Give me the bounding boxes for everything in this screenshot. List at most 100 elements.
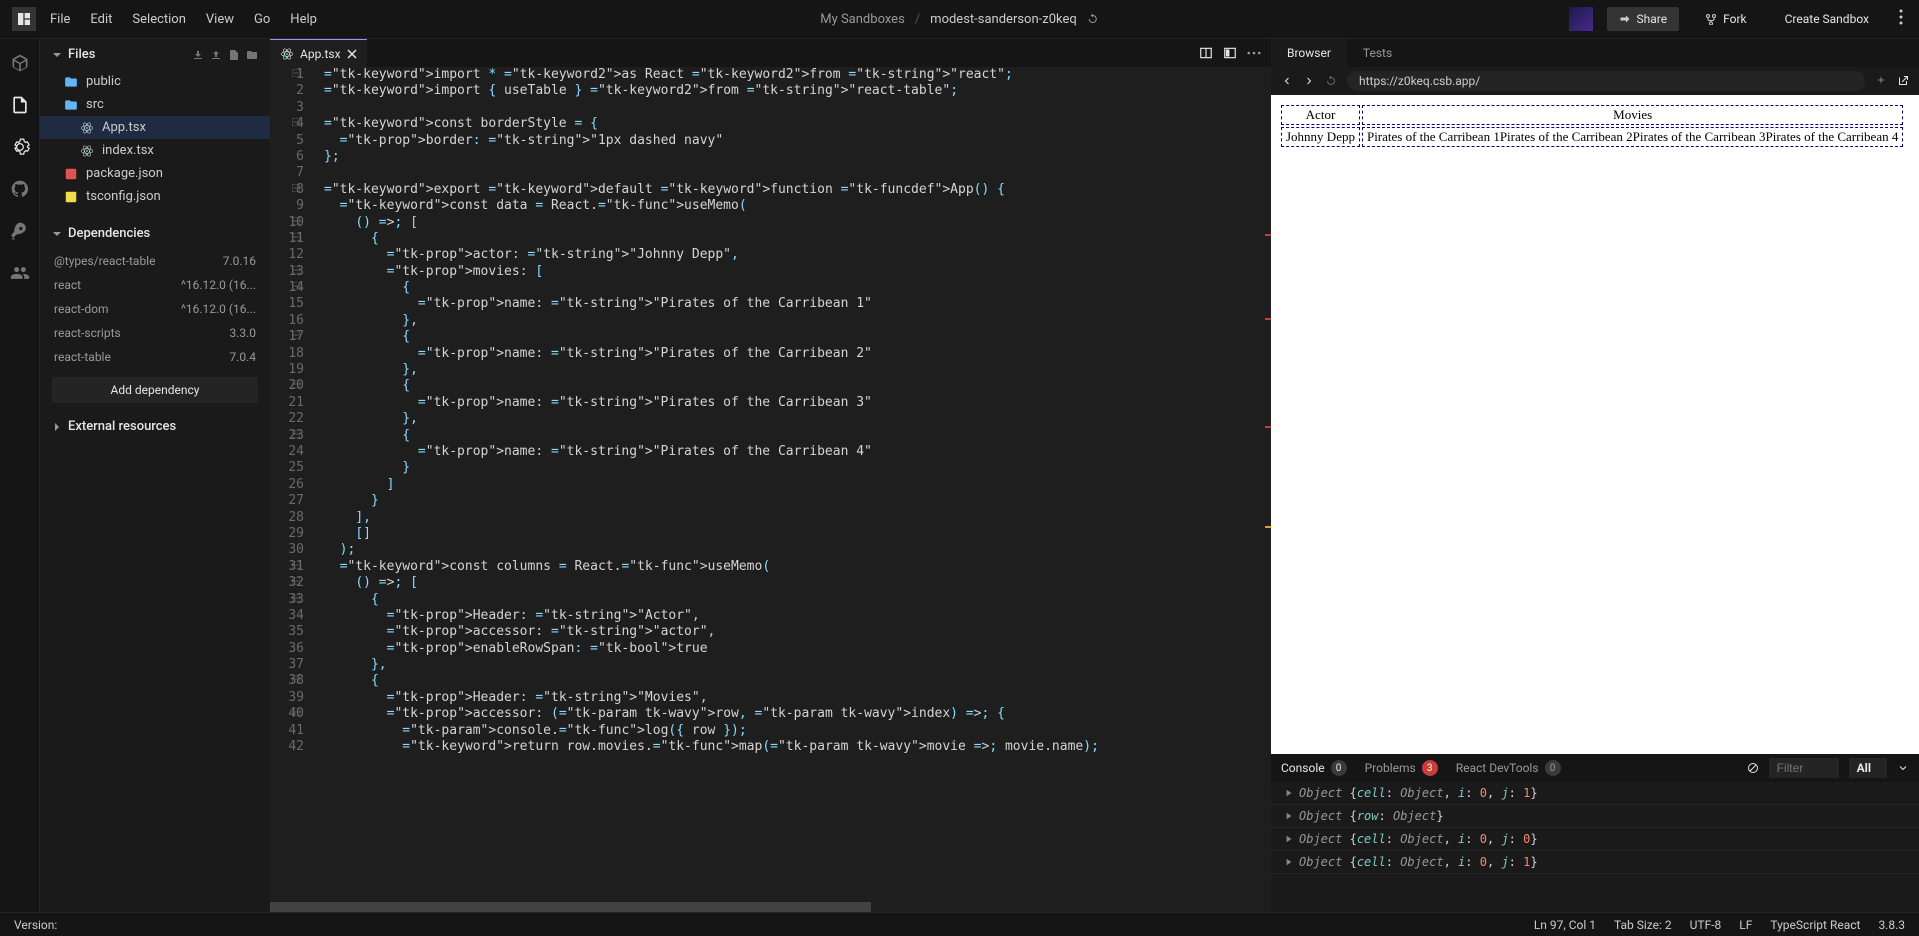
split-editor-icon[interactable]	[1199, 46, 1213, 60]
browser-toolbar: https://z0keq.csb.app/	[1271, 67, 1919, 95]
people-icon[interactable]	[10, 263, 30, 283]
console-line[interactable]: Object {row: Object}	[1271, 805, 1919, 828]
breadcrumb-parent[interactable]: My Sandboxes	[820, 12, 905, 27]
console-line[interactable]: Object {cell: Object, i: 0, j: 0}	[1271, 828, 1919, 851]
add-dependency-button[interactable]: Add dependency	[52, 377, 258, 403]
top-menu-bar: File Edit Selection View Go Help My Sand…	[0, 0, 1919, 39]
main-layout: Files publicsrcApp.tsxindex.tsxpackage.j…	[0, 39, 1919, 912]
logo[interactable]	[12, 7, 36, 31]
file-item[interactable]: src	[40, 93, 270, 116]
menu-help[interactable]: Help	[290, 12, 317, 27]
codesandbox-icon	[16, 11, 32, 27]
kebab-icon	[1899, 9, 1903, 25]
minimap[interactable]	[1263, 67, 1271, 902]
menu-view[interactable]: View	[206, 12, 234, 27]
chevron-down-icon	[52, 50, 62, 60]
rocket-icon[interactable]	[10, 221, 30, 241]
close-icon[interactable]	[347, 49, 357, 59]
menu-selection[interactable]: Selection	[132, 12, 185, 27]
share-icon	[1619, 13, 1631, 25]
table-cell: Johnny Depp	[1281, 127, 1360, 147]
layout-icon[interactable]	[1223, 46, 1237, 60]
editor-area: App.tsx 12345678910111213141516171819202…	[270, 39, 1271, 912]
clear-console-icon[interactable]	[1747, 762, 1759, 774]
deps-list: @types/react-table7.0.16react^16.12.0 (1…	[40, 249, 270, 369]
menu-go[interactable]: Go	[254, 12, 270, 27]
create-sandbox-button[interactable]: Create Sandbox	[1773, 7, 1881, 31]
horizontal-scrollbar[interactable]	[270, 902, 1271, 912]
right-panel: Browser Tests https://z0keq.csb.app/ Act…	[1271, 39, 1919, 912]
magic-icon[interactable]	[1875, 75, 1887, 87]
status-cursor[interactable]: Ln 97, Col 1	[1534, 918, 1596, 932]
breadcrumb-current[interactable]: modest-sanderson-z0keq	[930, 12, 1077, 27]
menu-edit[interactable]: Edit	[90, 12, 112, 27]
dependency-item[interactable]: @types/react-table7.0.16	[40, 249, 270, 273]
status-encoding[interactable]: UTF-8	[1690, 918, 1722, 932]
gear-icon[interactable]	[10, 137, 30, 157]
dependency-item[interactable]: react-scripts3.3.0	[40, 321, 270, 345]
file-item[interactable]: index.tsx	[40, 139, 270, 162]
reload-icon[interactable]	[1087, 13, 1099, 25]
file-item[interactable]: package.json	[40, 162, 270, 185]
chevron-down-icon	[52, 229, 62, 239]
console-filter: All	[1747, 758, 1909, 778]
table-header: Movies	[1362, 105, 1903, 125]
console-line[interactable]: Object {cell: Object, i: 0, j: 1}	[1271, 782, 1919, 805]
file-item[interactable]: tsconfig.json	[40, 185, 270, 208]
external-section-header[interactable]: External resources	[40, 411, 270, 442]
fork-icon	[1705, 13, 1717, 25]
url-bar[interactable]: https://z0keq.csb.app/	[1347, 71, 1865, 91]
preview-table: Actor Movies Johnny Depp Pirates of the …	[1279, 103, 1905, 149]
file-item[interactable]: App.tsx	[40, 116, 270, 139]
dependency-item[interactable]: react^16.12.0 (16...	[40, 273, 270, 297]
new-folder-icon[interactable]	[246, 49, 258, 61]
more-icon[interactable]	[1247, 46, 1261, 60]
new-file-icon[interactable]	[228, 49, 240, 61]
code-content[interactable]: ="tk-keyword">import * ="tk-keyword2">as…	[324, 67, 1271, 902]
download-icon[interactable]	[192, 49, 204, 61]
console-line[interactable]: Object {cell: Object, i: 0, j: 1}	[1271, 851, 1919, 874]
share-button[interactable]: Share	[1607, 7, 1680, 31]
breadcrumb: My Sandboxes / modest-sanderson-z0keq	[820, 12, 1099, 27]
tab-problems[interactable]: Problems 3	[1365, 760, 1438, 776]
deps-section-header[interactable]: Dependencies	[40, 218, 270, 249]
tab-browser[interactable]: Browser	[1271, 39, 1347, 67]
browser-preview[interactable]: Actor Movies Johnny Depp Pirates of the …	[1271, 95, 1919, 754]
filter-input[interactable]	[1769, 758, 1839, 778]
dependency-item[interactable]: react-table7.0.4	[40, 345, 270, 369]
console-output[interactable]: Object {cell: Object, i: 0, j: 1}Object …	[1271, 782, 1919, 912]
menu-file[interactable]: File	[50, 12, 70, 27]
tab-tests[interactable]: Tests	[1347, 39, 1408, 67]
code-editor[interactable]: 1234567891011121314151617181920212223242…	[270, 67, 1271, 902]
chevron-down-icon[interactable]	[1897, 762, 1909, 774]
refresh-icon[interactable]	[1325, 75, 1337, 87]
github-icon[interactable]	[10, 179, 30, 199]
preview-tabs: Browser Tests	[1271, 39, 1919, 67]
scrollbar-thumb[interactable]	[270, 902, 871, 912]
file-icon[interactable]	[10, 95, 30, 115]
dependency-item[interactable]: react-dom^16.12.0 (16...	[40, 297, 270, 321]
tab-react-devtools[interactable]: React DevTools 0	[1456, 760, 1561, 776]
tab-console[interactable]: Console 0	[1281, 760, 1347, 776]
kebab-menu[interactable]	[1895, 9, 1907, 29]
upload-icon[interactable]	[210, 49, 222, 61]
status-right: Ln 97, Col 1 Tab Size: 2 UTF-8 LF TypeSc…	[1534, 918, 1905, 932]
editor-tab[interactable]: App.tsx	[270, 39, 367, 67]
fork-button[interactable]: Fork	[1693, 7, 1759, 31]
cube-icon[interactable]	[10, 53, 30, 73]
status-language[interactable]: TypeScript React	[1770, 918, 1860, 932]
avatar[interactable]	[1569, 7, 1593, 31]
line-gutter: 1234567891011121314151617181920212223242…	[270, 67, 324, 902]
file-actions	[192, 49, 258, 61]
files-section-header[interactable]: Files	[40, 39, 270, 70]
open-external-icon[interactable]	[1897, 75, 1909, 87]
forward-icon[interactable]	[1303, 75, 1315, 87]
filter-level-select[interactable]: All	[1849, 758, 1887, 778]
back-icon[interactable]	[1281, 75, 1293, 87]
status-tabsize[interactable]: Tab Size: 2	[1614, 918, 1672, 932]
chevron-right-icon	[52, 422, 62, 432]
file-item[interactable]: public	[40, 70, 270, 93]
status-eol[interactable]: LF	[1739, 918, 1752, 932]
table-cell: Pirates of the Carribean 1Pirates of the…	[1362, 127, 1903, 147]
status-ts-version[interactable]: 3.8.3	[1878, 918, 1905, 932]
